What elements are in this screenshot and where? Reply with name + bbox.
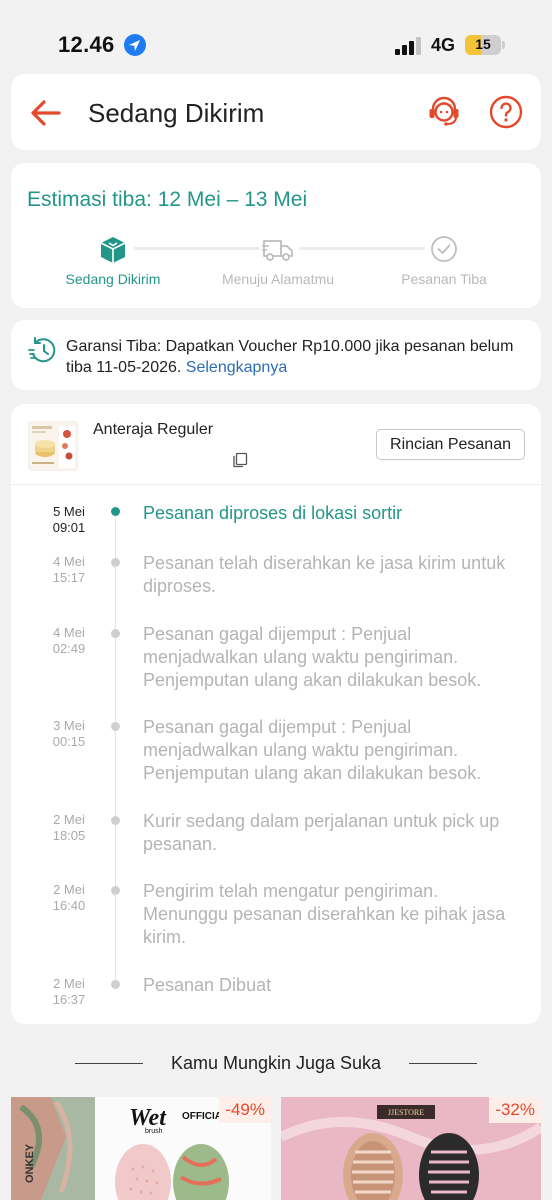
page-title: Sedang Dikirim	[88, 98, 265, 128]
timeline-time: 15:17	[52, 570, 86, 585]
discount-badge: -32%	[489, 1097, 541, 1123]
timeline-dot	[111, 722, 120, 731]
side-text: ONKEY	[24, 1143, 36, 1183]
step-label-en-route: Menuju Alamatmu	[221, 271, 335, 287]
timeline-day: 2 Mei	[53, 976, 85, 991]
guarantee-more-link[interactable]: Selengkapnya	[186, 359, 287, 376]
battery-icon: 15	[465, 35, 501, 55]
header-bar: Sedang Dikirim	[11, 74, 541, 150]
guarantee-text: Garansi Tiba: Dapatkan Voucher Rp10.000 …	[66, 336, 526, 378]
timeline-date: 2 Mei 16:40	[31, 882, 107, 914]
timeline-time: 00:15	[52, 734, 86, 749]
product-image	[29, 422, 77, 470]
timeline-date: 5 Mei 09:01	[31, 504, 107, 536]
support-agent-icon[interactable]	[425, 93, 463, 131]
status-bar: 12.46 4G 15	[0, 0, 552, 66]
timeline-day: 4 Mei	[53, 554, 85, 569]
timeline-date: 3 Mei 00:15	[31, 718, 107, 750]
timeline-day: 5 Mei	[53, 504, 85, 519]
brand-sub: brush	[145, 1128, 163, 1135]
discount-badge: -49%	[219, 1097, 271, 1123]
help-icon[interactable]	[489, 95, 523, 129]
timeline-text: Pesanan Dibuat	[143, 975, 272, 995]
timeline-dot	[111, 886, 120, 895]
timeline-time: 02:49	[52, 641, 86, 656]
timeline-date: 2 Mei 18:05	[31, 812, 107, 844]
timeline-day: 3 Mei	[53, 718, 85, 733]
network-type: 4G	[431, 35, 456, 55]
signal-icon	[395, 37, 421, 55]
progress-segment	[134, 247, 260, 250]
timeline-text: Pesanan gagal dijemput : Penjual menjadw…	[143, 717, 482, 783]
timeline-time: 18:05	[52, 828, 86, 843]
timeline-text: Pengirim telah mengatur pengiriman. Menu…	[143, 881, 506, 947]
timeline-date: 2 Mei 16:37	[31, 976, 107, 1008]
timeline-time: 16:37	[52, 992, 86, 1007]
timeline-time: 16:40	[52, 898, 86, 913]
tracking-card: Anteraja Reguler Rincian Pesanan 5 Mei 0…	[11, 404, 541, 1024]
divider	[409, 1063, 477, 1064]
timeline-dot	[111, 629, 120, 638]
timeline-text: Kurir sedang dalam perjalanan untuk pick…	[143, 811, 500, 854]
step-label-shipping: Sedang Dikirim	[65, 271, 161, 287]
guarantee-message: Garansi Tiba: Dapatkan Voucher Rp10.000 …	[66, 338, 514, 376]
product-card[interactable]: ONKEY Wet brush OFFICIAL STORE -49%	[11, 1097, 271, 1200]
recommendations-header: Kamu Mungkin Juga Suka	[0, 1052, 552, 1076]
back-arrow-icon[interactable]	[27, 94, 65, 132]
step-label-arrived: Pesanan Tiba	[401, 271, 487, 287]
product-card[interactable]: JJESTORE -32%	[281, 1097, 541, 1200]
timeline-dot	[111, 507, 120, 516]
timeline-date: 4 Mei 15:17	[31, 554, 107, 586]
timeline-dot	[111, 816, 120, 825]
brand-logo: JJESTORE	[388, 1108, 424, 1117]
timeline-date: 4 Mei 02:49	[31, 625, 107, 657]
progress-segment	[299, 247, 425, 250]
location-arrow-icon	[124, 34, 146, 56]
copy-icon[interactable]	[232, 452, 248, 468]
timeline-dot	[111, 980, 120, 989]
timeline-day: 4 Mei	[53, 625, 85, 640]
divider	[11, 484, 541, 485]
guarantee-clock-icon	[28, 337, 56, 363]
timeline-time: 09:01	[52, 520, 86, 535]
timeline-day: 2 Mei	[53, 882, 85, 897]
timeline-dot	[111, 558, 120, 567]
product-thumbnail[interactable]	[28, 421, 78, 471]
timeline-text: Pesanan gagal dijemput : Penjual menjadw…	[143, 624, 482, 690]
timeline-text: Pesanan diproses di lokasi sortir	[143, 503, 403, 523]
delivery-estimate-card: Estimasi tiba: 12 Mei – 13 Mei Sedang Di…	[11, 163, 541, 308]
timeline-day: 2 Mei	[53, 812, 85, 827]
truck-icon	[262, 240, 293, 261]
check-circle-icon	[431, 236, 457, 262]
estimate-text: Estimasi tiba: 12 Mei – 13 Mei	[27, 188, 308, 211]
order-details-button[interactable]: Rincian Pesanan	[376, 429, 525, 460]
timeline-text: Pesanan telah diserahkan ke jasa kirim u…	[143, 553, 506, 596]
timeline-line	[115, 511, 116, 987]
package-icon	[100, 237, 126, 263]
status-time: 12.46	[58, 32, 115, 57]
arrival-guarantee-card[interactable]: Garansi Tiba: Dapatkan Voucher Rp10.000 …	[11, 320, 541, 390]
battery-level: 15	[475, 36, 491, 52]
courier-name: Anteraja Reguler	[93, 421, 214, 438]
battery-tip	[502, 41, 505, 49]
